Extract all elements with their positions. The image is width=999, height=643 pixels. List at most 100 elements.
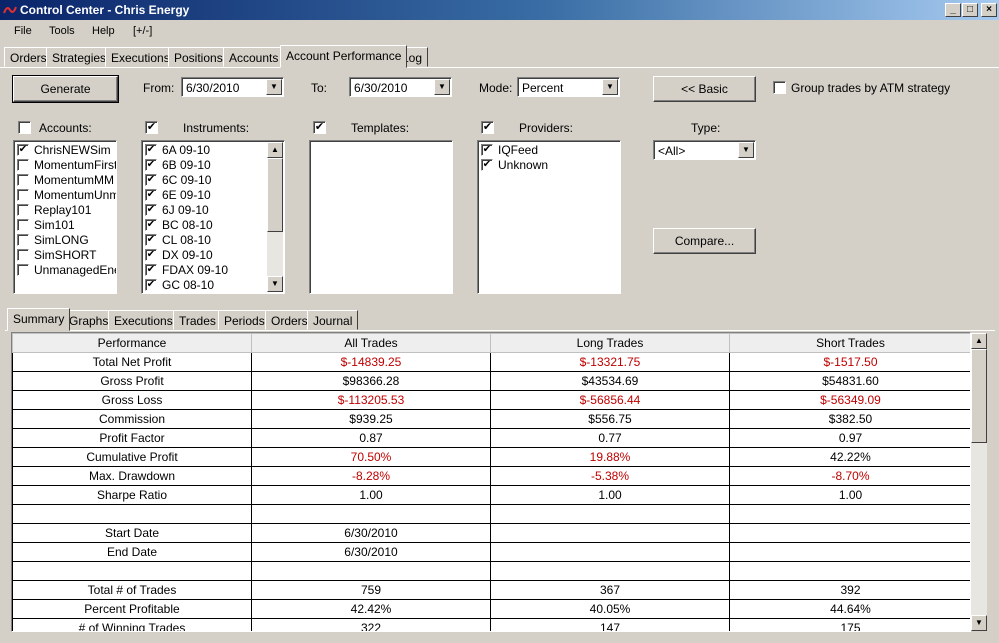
providers-all-checkbox[interactable]: ✔ — [481, 121, 494, 134]
column-header[interactable]: Long Trades — [490, 333, 730, 353]
metric-value-short: $54831.60 — [729, 371, 970, 391]
tab-journal[interactable]: Journal — [307, 310, 359, 330]
generate-button[interactable]: Generate — [12, 75, 119, 103]
instrument-checkbox[interactable]: ✔ — [145, 249, 157, 261]
accounts-all-checkbox[interactable] — [18, 121, 31, 134]
instrument-checkbox[interactable]: ✔ — [145, 189, 157, 201]
account-checkbox[interactable] — [17, 264, 29, 276]
metric-value-long — [490, 542, 730, 562]
scroll-down-icon[interactable]: ▼ — [267, 276, 283, 292]
tab-strategies[interactable]: Strategies — [46, 47, 113, 67]
mode-select[interactable]: Percent ▼ — [517, 77, 620, 97]
providers-list[interactable]: ✔ IQFeed ✔ Unknown — [477, 140, 621, 294]
tab-account-performance[interactable]: Account Performance — [280, 45, 408, 68]
table-row[interactable]: Cumulative Profit 70.50% 19.88% 42.22% — [12, 447, 970, 467]
table-row[interactable]: Gross Profit $98366.28 $43534.69 $54831.60 — [12, 371, 970, 391]
tab-positions[interactable]: Positions — [168, 47, 229, 67]
instrument-checkbox[interactable]: ✔ — [145, 159, 157, 171]
table-row[interactable]: Max. Drawdown -8.28% -5.38% -8.70% — [12, 466, 970, 486]
menu-tools[interactable]: Tools — [49, 25, 75, 37]
metric-value-all: $-113205.53 — [251, 390, 491, 410]
metric-label: Cumulative Profit — [12, 447, 252, 467]
table-row[interactable]: Start Date 6/30/2010 — [12, 523, 970, 543]
tab-result-executions[interactable]: Executions — [108, 310, 179, 330]
table-row[interactable]: Commission $939.25 $556.75 $382.50 — [12, 409, 970, 429]
summary-scrollbar[interactable]: ▲ ▼ — [971, 333, 987, 631]
close-button[interactable]: × — [981, 3, 997, 17]
account-checkbox[interactable] — [17, 174, 29, 186]
tab-summary[interactable]: Summary — [7, 308, 71, 331]
instrument-checkbox[interactable]: ✔ — [145, 174, 157, 186]
menu-expand[interactable]: [+/-] — [133, 25, 152, 37]
metric-label: Start Date — [12, 523, 252, 543]
table-row[interactable]: Percent Profitable 42.42% 40.05% 44.64% — [12, 599, 970, 619]
scroll-down-icon[interactable]: ▼ — [971, 615, 987, 631]
scroll-up-icon[interactable]: ▲ — [267, 142, 283, 158]
accounts-list[interactable]: ✔ ChrisNEWSim MomentumFirst MomentumMM Mo… — [13, 140, 117, 294]
account-checkbox[interactable]: ✔ — [17, 144, 29, 156]
templates-list[interactable] — [309, 140, 453, 294]
table-row[interactable] — [12, 561, 970, 581]
title-bar[interactable]: Control Center - Chris Energy _ □ × — [0, 0, 999, 20]
account-checkbox[interactable] — [17, 189, 29, 201]
column-header[interactable]: Performance — [12, 333, 252, 353]
instrument-checkbox[interactable]: ✔ — [145, 204, 157, 216]
instruments-list[interactable]: ✔ 6A 09-10 ✔ 6B 09-10 ✔ 6C 09-10 ✔ 6E 09-10 … — [141, 140, 285, 294]
group-trades-checkbox[interactable] — [773, 81, 786, 94]
table-row[interactable]: Gross Loss $-113205.53 $-56856.44 $-56349.0… — [12, 390, 970, 410]
account-checkbox[interactable] — [17, 204, 29, 216]
tab-periods[interactable]: Periods — [218, 310, 271, 330]
table-row[interactable]: Total # of Trades 759 367 392 — [12, 580, 970, 600]
table-row[interactable]: End Date 6/30/2010 — [12, 542, 970, 562]
scroll-thumb[interactable] — [267, 158, 283, 232]
maximize-button[interactable]: □ — [962, 3, 978, 17]
table-row[interactable]: Profit Factor 0.87 0.77 0.97 — [12, 428, 970, 448]
tab-graphs[interactable]: Graphs — [63, 310, 115, 330]
chevron-down-icon[interactable]: ▼ — [434, 79, 450, 95]
table-row[interactable]: Total Net Profit $-14839.25 $-13321.75 $-15… — [12, 352, 970, 372]
templates-all-checkbox[interactable]: ✔ — [313, 121, 326, 134]
menu-file[interactable]: File — [14, 25, 32, 37]
from-date-picker[interactable]: 6/30/2010 ▼ — [181, 77, 284, 97]
table-row[interactable]: Sharpe Ratio 1.00 1.00 1.00 — [12, 485, 970, 505]
metric-value-long — [490, 561, 730, 581]
account-checkbox[interactable] — [17, 234, 29, 246]
instruments-scrollbar[interactable]: ▲ ▼ — [267, 142, 283, 292]
menu-help[interactable]: Help — [92, 25, 115, 37]
provider-checkbox[interactable]: ✔ — [481, 144, 493, 156]
tab-trades[interactable]: Trades — [173, 310, 222, 330]
table-row[interactable] — [12, 504, 970, 524]
column-header[interactable]: All Trades — [251, 333, 491, 353]
column-header[interactable]: Short Trades — [729, 333, 970, 353]
account-checkbox[interactable] — [17, 159, 29, 171]
scroll-thumb[interactable] — [971, 349, 987, 443]
chevron-down-icon[interactable]: ▼ — [738, 142, 754, 158]
summary-table: Performance All Trades Long Trades Short… — [12, 333, 970, 631]
scroll-up-icon[interactable]: ▲ — [971, 333, 987, 349]
to-date-picker[interactable]: 6/30/2010 ▼ — [349, 77, 452, 97]
account-checkbox[interactable] — [17, 249, 29, 261]
chevron-down-icon[interactable]: ▼ — [602, 79, 618, 95]
compare-button[interactable]: Compare... — [653, 228, 756, 254]
group-trades-label: Group trades by ATM strategy — [791, 81, 951, 95]
instrument-checkbox[interactable]: ✔ — [145, 279, 157, 291]
table-row[interactable]: # of Winning Trades 322 147 175 — [12, 618, 970, 631]
summary-grid[interactable]: Performance All Trades Long Trades Short… — [11, 332, 971, 632]
instrument-checkbox[interactable]: ✔ — [145, 144, 157, 156]
metric-value-all: $939.25 — [251, 409, 491, 429]
instrument-checkbox[interactable]: ✔ — [145, 219, 157, 231]
type-select[interactable]: <All> ▼ — [653, 140, 756, 160]
mode-label: Mode: — [479, 81, 513, 95]
provider-checkbox[interactable]: ✔ — [481, 159, 493, 171]
table-header-row: Performance All Trades Long Trades Short… — [12, 333, 970, 353]
tab-executions[interactable]: Executions — [105, 47, 176, 67]
instrument-checkbox[interactable]: ✔ — [145, 234, 157, 246]
chevron-down-icon[interactable]: ▼ — [266, 79, 282, 95]
tab-accounts[interactable]: Accounts — [223, 47, 285, 67]
instruments-all-checkbox[interactable]: ✔ — [145, 121, 158, 134]
account-checkbox[interactable] — [17, 219, 29, 231]
minimize-button[interactable]: _ — [945, 3, 961, 17]
instrument-checkbox[interactable]: ✔ — [145, 264, 157, 276]
metric-value-long: $-13321.75 — [490, 352, 730, 372]
basic-button[interactable]: << Basic — [653, 76, 756, 102]
